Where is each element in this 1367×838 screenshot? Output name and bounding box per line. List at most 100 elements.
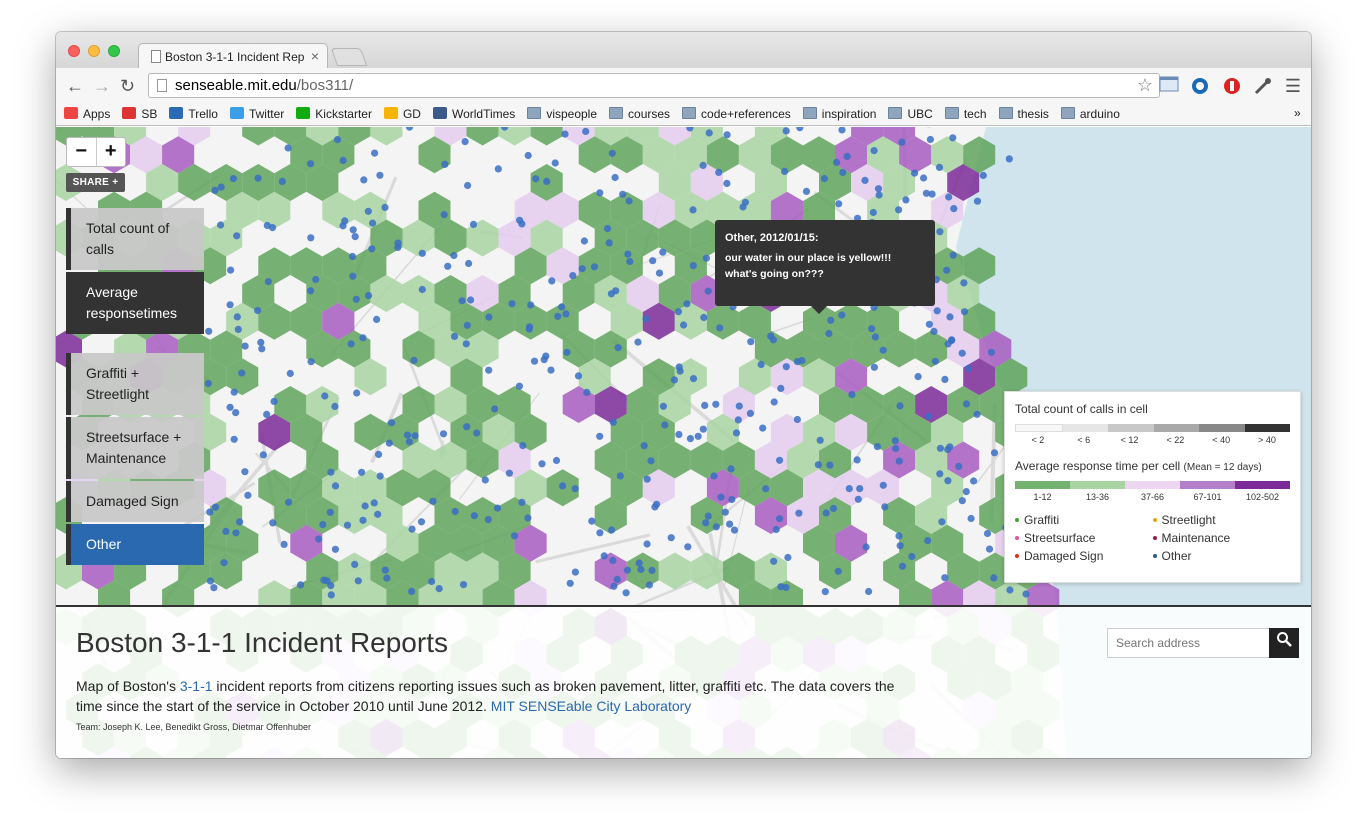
incident-dot[interactable]	[388, 419, 396, 427]
incident-dot[interactable]	[973, 197, 982, 205]
incident-dot[interactable]	[451, 507, 459, 516]
incident-dot[interactable]	[244, 491, 252, 499]
incident-dot[interactable]	[217, 183, 225, 191]
incident-dot[interactable]	[987, 348, 996, 356]
incident-dot[interactable]	[820, 175, 829, 183]
menu-streetsurface-maintenance[interactable]: Streetsurface + Maintenance	[66, 417, 204, 479]
incident-dot[interactable]	[759, 424, 767, 432]
incident-dot[interactable]	[381, 203, 389, 211]
incident-dot[interactable]	[730, 526, 739, 534]
incident-dot[interactable]	[542, 352, 550, 360]
incident-dot[interactable]	[238, 369, 246, 377]
incident-dot[interactable]	[861, 176, 869, 184]
incident-dot[interactable]	[647, 457, 655, 465]
menu-graffiti-streetlight[interactable]: Graffiti + Streetlight	[66, 353, 204, 415]
incident-dot[interactable]	[582, 127, 590, 135]
incident-dot[interactable]	[933, 307, 941, 315]
incident-dot[interactable]	[269, 519, 277, 527]
incident-dot[interactable]	[726, 520, 734, 528]
incident-dot[interactable]	[347, 340, 355, 348]
incident-dot[interactable]	[946, 443, 954, 451]
incident-dot[interactable]	[702, 519, 710, 527]
incident-dot[interactable]	[825, 329, 833, 338]
close-window-button[interactable]	[68, 45, 80, 57]
incident-dot[interactable]	[607, 290, 616, 298]
incident-dot[interactable]	[862, 543, 870, 551]
incident-dot[interactable]	[361, 502, 369, 510]
incident-dot[interactable]	[339, 156, 347, 164]
forward-icon[interactable]: →	[93, 76, 111, 96]
incident-dot[interactable]	[491, 405, 499, 413]
incident-dot[interactable]	[670, 376, 679, 384]
incident-dot[interactable]	[704, 512, 712, 520]
incident-dot[interactable]	[505, 469, 513, 477]
incident-dot[interactable]	[284, 498, 293, 506]
incident-dot[interactable]	[879, 481, 887, 489]
incident-dot[interactable]	[667, 534, 675, 542]
incident-dot[interactable]	[970, 477, 978, 485]
incident-dot[interactable]	[914, 373, 922, 381]
incident-dot[interactable]	[440, 211, 448, 219]
incident-dot[interactable]	[610, 582, 618, 590]
incident-dot[interactable]	[461, 138, 469, 146]
incident-dot[interactable]	[770, 557, 778, 565]
incident-dot[interactable]	[983, 529, 992, 538]
incident-dot[interactable]	[469, 220, 478, 228]
incident-dot[interactable]	[712, 523, 720, 531]
incident-dot[interactable]	[649, 257, 657, 265]
maximize-window-button[interactable]	[108, 45, 120, 57]
incident-dot[interactable]	[234, 325, 242, 333]
incident-dot[interactable]	[229, 175, 237, 183]
incident-dot[interactable]	[383, 574, 391, 582]
incident-dot[interactable]	[233, 313, 241, 321]
incident-dot[interactable]	[263, 410, 271, 418]
incident-dot[interactable]	[946, 313, 954, 321]
incident-dot[interactable]	[373, 315, 381, 323]
incident-dot[interactable]	[206, 577, 215, 585]
incident-dot[interactable]	[588, 517, 596, 525]
incident-dot[interactable]	[925, 412, 933, 420]
incident-dot[interactable]	[297, 581, 305, 589]
incident-dot[interactable]	[312, 275, 320, 284]
back-icon[interactable]: ←	[66, 76, 84, 96]
incident-dot[interactable]	[371, 149, 379, 157]
incident-dot[interactable]	[898, 138, 906, 146]
bookmark-inspiration[interactable]: inspiration	[802, 107, 876, 121]
link-311[interactable]: 3-1-1	[180, 678, 213, 694]
incident-dot[interactable]	[701, 401, 709, 409]
incident-dot[interactable]	[211, 186, 219, 194]
incident-dot[interactable]	[829, 504, 838, 513]
incident-dot[interactable]	[524, 514, 532, 522]
incident-dot[interactable]	[485, 366, 493, 374]
incident-dot[interactable]	[746, 409, 755, 417]
incident-dot[interactable]	[450, 332, 459, 340]
incident-dot[interactable]	[784, 553, 792, 562]
incident-dot[interactable]	[741, 198, 750, 206]
incident-dot[interactable]	[1022, 590, 1030, 598]
incident-dot[interactable]	[895, 457, 903, 465]
extension-stop-icon[interactable]	[1222, 76, 1242, 96]
incident-dot[interactable]	[222, 527, 230, 535]
incident-dot[interactable]	[547, 366, 555, 374]
incident-dot[interactable]	[254, 174, 262, 182]
incident-dot[interactable]	[608, 149, 616, 157]
incident-dot[interactable]	[439, 430, 448, 438]
extension-clock-icon[interactable]	[1190, 76, 1210, 96]
incident-dot[interactable]	[331, 545, 339, 553]
incident-dot[interactable]	[735, 402, 743, 410]
incident-dot[interactable]	[964, 364, 973, 372]
incident-dot[interactable]	[960, 308, 969, 316]
incident-dot[interactable]	[944, 340, 952, 348]
incident-dot[interactable]	[611, 173, 619, 182]
incident-dot[interactable]	[359, 516, 367, 524]
incident-dot[interactable]	[979, 171, 987, 180]
incident-dot[interactable]	[931, 357, 939, 365]
incident-dot[interactable]	[583, 388, 591, 396]
incident-dot[interactable]	[793, 415, 802, 424]
incident-dot[interactable]	[349, 272, 357, 280]
incident-dot[interactable]	[898, 562, 907, 570]
incident-dot[interactable]	[319, 521, 327, 529]
incident-dot[interactable]	[727, 465, 735, 473]
incident-dot[interactable]	[637, 565, 645, 574]
incident-dot[interactable]	[206, 508, 214, 516]
